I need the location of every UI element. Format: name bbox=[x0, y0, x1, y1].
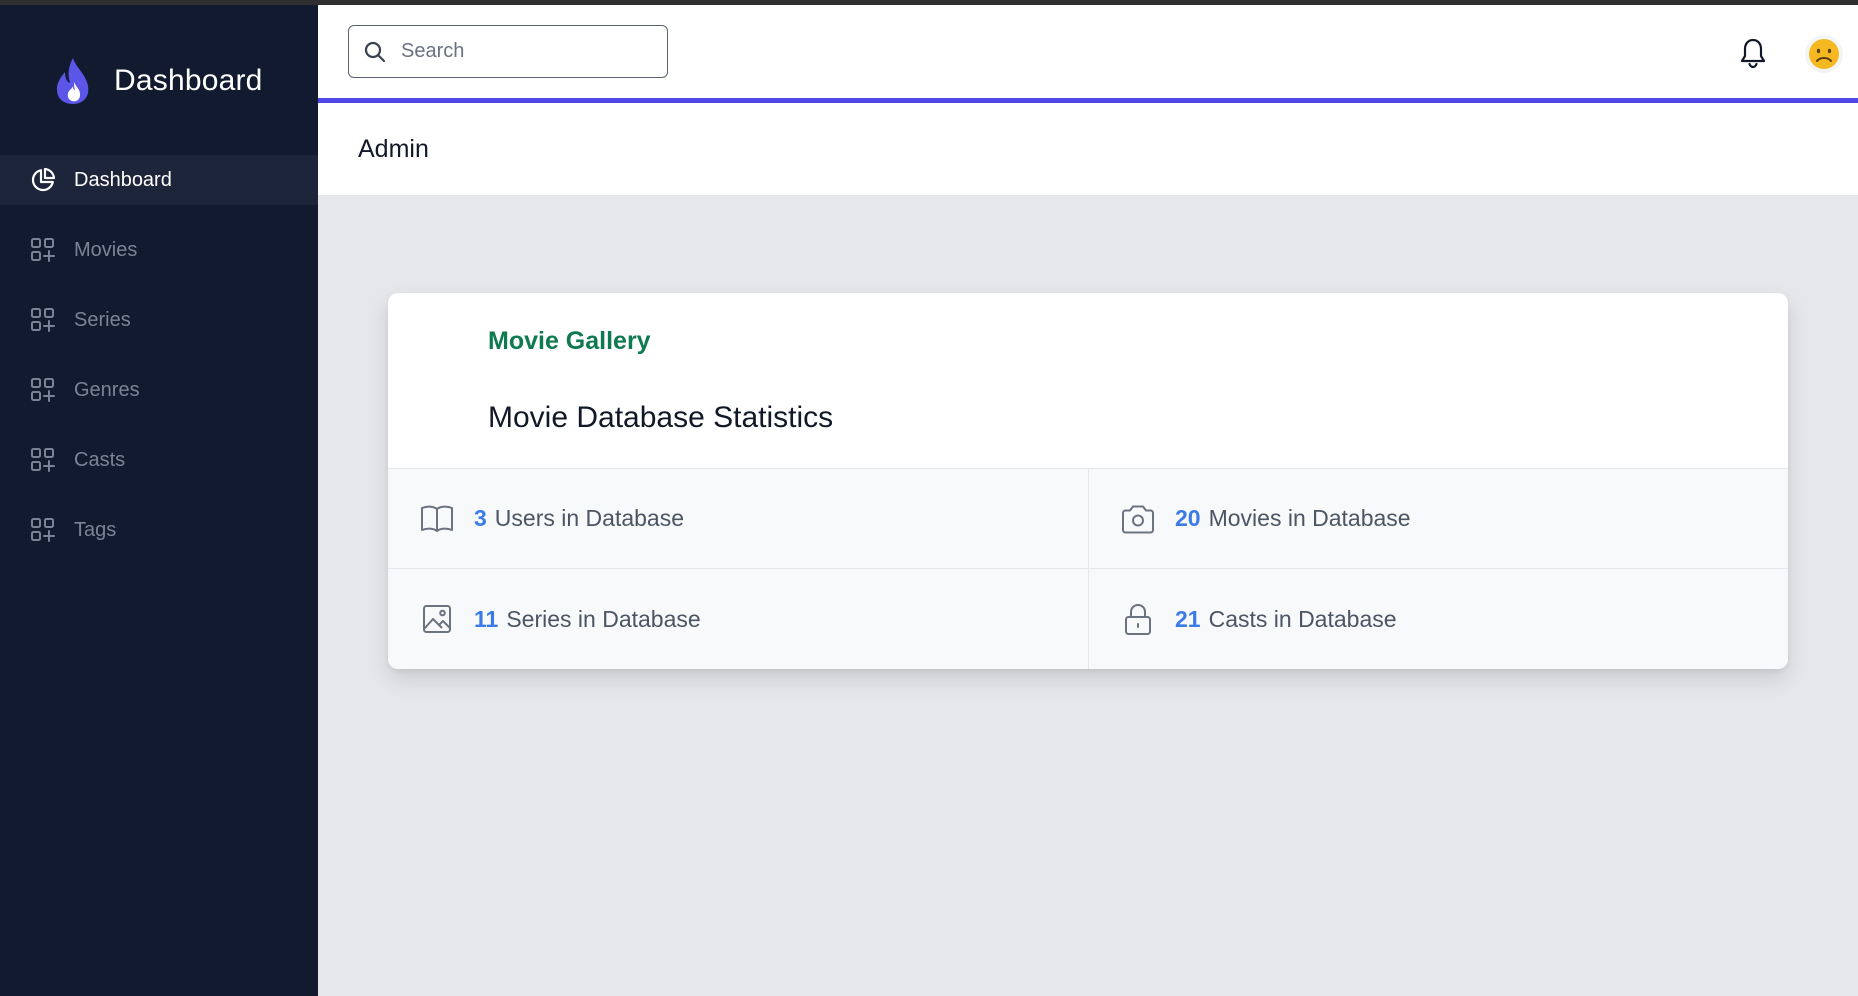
stat-movies: 20 Movies in Database bbox=[1088, 469, 1788, 569]
grid-plus-icon bbox=[31, 518, 55, 542]
stat-value: 3 bbox=[474, 505, 487, 531]
brand[interactable]: Dashboard bbox=[52, 53, 263, 109]
sidebar-item-tags[interactable]: Tags bbox=[0, 505, 318, 555]
stat-value: 20 bbox=[1175, 505, 1201, 531]
stats-grid: 3 Users in Database 20 Movies in Databas… bbox=[388, 469, 1788, 669]
page-header: Admin bbox=[318, 103, 1858, 195]
main-area: Admin Movie Gallery Movie Database Stati… bbox=[318, 5, 1858, 996]
page-title: Admin bbox=[358, 134, 429, 163]
avatar-frowning-face-icon[interactable] bbox=[1804, 34, 1844, 74]
sidebar-item-casts[interactable]: Casts bbox=[0, 435, 318, 485]
search-input[interactable] bbox=[401, 40, 651, 63]
stat-users: 3 Users in Database bbox=[388, 469, 1088, 569]
stats-card: Movie Gallery Movie Database Statistics … bbox=[388, 293, 1788, 669]
sidebar-nav: Dashboard Movies Series Genres Casts Tag… bbox=[0, 155, 318, 575]
sidebar-item-series[interactable]: Series bbox=[0, 295, 318, 345]
sidebar-item-label: Genres bbox=[74, 378, 140, 401]
pie-chart-icon bbox=[31, 167, 56, 192]
stat-label: Users in Database bbox=[494, 505, 684, 531]
card-title: Movie Database Statistics bbox=[488, 401, 834, 434]
stat-casts: 21 Casts in Database bbox=[1088, 569, 1788, 669]
search-icon bbox=[364, 41, 386, 62]
sidebar-item-label: Casts bbox=[74, 448, 126, 471]
card-kicker: Movie Gallery bbox=[488, 327, 651, 355]
stat-series: 11 Series in Database bbox=[388, 569, 1088, 669]
grid-plus-icon bbox=[31, 378, 55, 402]
camera-icon bbox=[1122, 505, 1154, 533]
sidebar: Dashboard Dashboard Movies Series Genres… bbox=[0, 5, 318, 996]
grid-plus-icon bbox=[31, 308, 55, 332]
book-open-icon bbox=[421, 505, 453, 532]
sidebar-item-genres[interactable]: Genres bbox=[0, 365, 318, 415]
sidebar-item-movies[interactable]: Movies bbox=[0, 225, 318, 275]
stat-label: Casts in Database bbox=[1208, 605, 1397, 632]
sidebar-item-dashboard[interactable]: Dashboard bbox=[0, 155, 318, 205]
stat-value: 21 bbox=[1175, 605, 1201, 632]
search-box[interactable] bbox=[348, 25, 668, 78]
stat-label: Series in Database bbox=[506, 605, 701, 632]
stats-card-header: Movie Gallery Movie Database Statistics bbox=[388, 293, 1788, 469]
sidebar-item-label: Movies bbox=[74, 238, 138, 261]
bell-icon[interactable] bbox=[1738, 37, 1768, 69]
sidebar-item-label: Dashboard bbox=[74, 168, 172, 191]
sidebar-item-label: Tags bbox=[74, 518, 117, 541]
sidebar-item-label: Series bbox=[74, 308, 131, 331]
stat-label: Movies in Database bbox=[1208, 505, 1411, 531]
lock-icon bbox=[1125, 604, 1151, 635]
flame-logo-icon bbox=[56, 58, 89, 104]
stat-value: 11 bbox=[474, 605, 499, 632]
image-icon bbox=[423, 605, 451, 633]
grid-plus-icon bbox=[31, 238, 55, 262]
grid-plus-icon bbox=[31, 448, 55, 472]
top-bar bbox=[318, 5, 1858, 103]
brand-title: Dashboard bbox=[114, 64, 263, 97]
